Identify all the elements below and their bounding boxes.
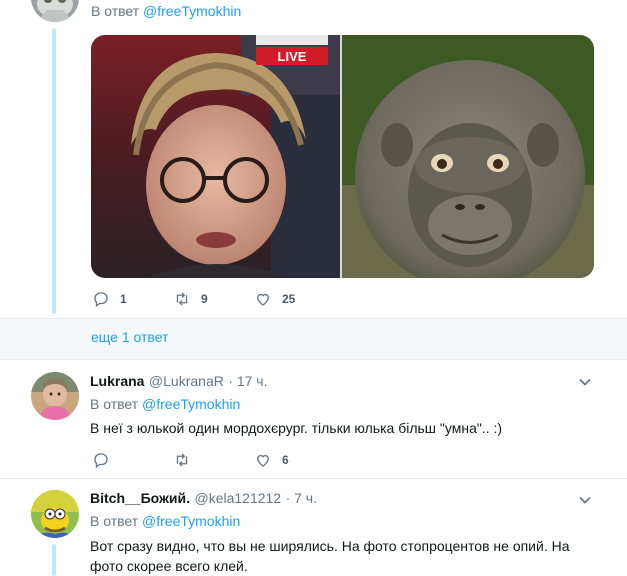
screen-name[interactable]: @LukranaR xyxy=(149,373,224,389)
like-count: 6 xyxy=(282,453,289,467)
avatar[interactable] xyxy=(31,372,79,420)
retweet-icon xyxy=(176,292,188,306)
chevron-down-icon[interactable] xyxy=(578,493,592,507)
photo-chimpanzee[interactable] xyxy=(342,35,594,278)
like-button[interactable]: 25 xyxy=(254,290,295,308)
avatar[interactable] xyxy=(31,0,79,22)
live-badge: LIVE xyxy=(278,49,307,64)
retweet-button[interactable] xyxy=(173,451,254,469)
reply-prefix: В ответ xyxy=(90,513,139,529)
reply-to: В ответ @freeTymokhin xyxy=(90,396,240,412)
reply-button[interactable] xyxy=(92,451,173,469)
like-button[interactable]: 6 xyxy=(254,451,289,469)
reply-handle-link[interactable]: @freeTymokhin xyxy=(142,513,240,529)
reply-to: В ответ @freeTymokhin xyxy=(90,513,240,529)
reply-count: 1 xyxy=(120,292,127,306)
tweet-header: Bitch__Божий. @kela121212 · 7 ч. xyxy=(90,490,317,508)
avatar[interactable] xyxy=(31,490,79,538)
reply-handle-link[interactable]: @freeTymokhin xyxy=(143,3,241,19)
heart-icon xyxy=(257,293,269,306)
timestamp[interactable]: · 7 ч. xyxy=(286,490,317,506)
timestamp[interactable]: · 17 ч. xyxy=(228,373,267,389)
tweet-text: В неї з юлькой один мордохєрург. тільки … xyxy=(90,420,503,436)
reply-icon xyxy=(94,453,108,469)
display-name[interactable]: Lukrana xyxy=(90,373,144,389)
reply-to: В ответ @freeTymokhin xyxy=(91,3,241,19)
tweet-media[interactable]: LIVE xyxy=(91,35,594,278)
reply-prefix: В ответ xyxy=(90,396,139,412)
reply-handle-link[interactable]: @freeTymokhin xyxy=(142,396,240,412)
more-replies-row[interactable]: еще 1 ответ xyxy=(0,318,627,360)
reply-prefix: В ответ xyxy=(91,3,140,19)
retweet-icon xyxy=(176,453,188,467)
thread-line xyxy=(52,544,56,576)
retweet-count: 9 xyxy=(201,292,208,306)
tweet-text-line: Вот сразу видно, что вы не ширялись. На … xyxy=(90,538,570,554)
screen-name[interactable]: @kela121212 xyxy=(194,490,281,506)
reply-button[interactable]: 1 xyxy=(92,290,173,308)
like-count: 25 xyxy=(282,292,296,306)
photo-woman[interactable]: LIVE xyxy=(91,35,340,278)
thread-line xyxy=(52,28,56,314)
tweet-actions: 6 xyxy=(92,451,289,469)
reply-icon xyxy=(94,292,108,308)
tweet-header: Lukrana @LukranaR · 17 ч. xyxy=(90,373,268,391)
heart-icon xyxy=(257,454,269,467)
divider xyxy=(0,478,627,479)
tweet-text-line: фото скорее всего клей. xyxy=(90,558,248,574)
display-name[interactable]: Bitch__Божий. xyxy=(90,490,190,506)
tweet-text: Вот сразу видно, что вы не ширялись. На … xyxy=(90,536,610,576)
tweet-actions: 1 9 25 xyxy=(92,290,295,308)
chevron-down-icon[interactable] xyxy=(578,375,592,389)
retweet-button[interactable]: 9 xyxy=(173,290,254,308)
more-replies-link[interactable]: еще 1 ответ xyxy=(91,329,168,345)
